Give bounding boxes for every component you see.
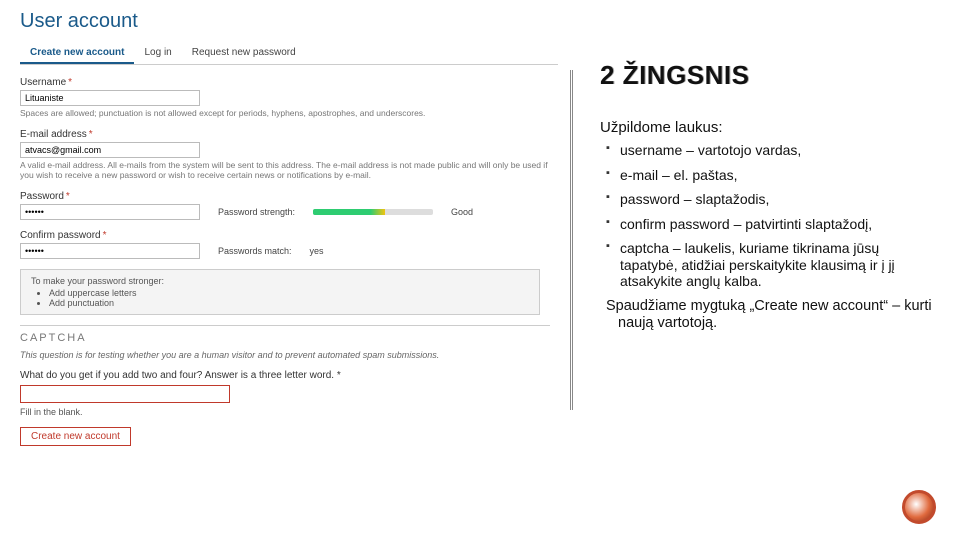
confirm-password-field[interactable] [20, 243, 200, 259]
medal-icon [902, 490, 936, 524]
slide-bullet: username – vartotojo vardas, [606, 142, 940, 159]
account-tabs: Create new account Log in Request new pa… [20, 43, 558, 65]
password-field[interactable] [20, 204, 200, 220]
slide-bullet: confirm password – patvirtinti slaptažod… [606, 216, 940, 233]
email-help: A valid e-mail address. All e-mails from… [20, 160, 558, 181]
slide-title: 2 ŽINGSNIS [600, 60, 940, 91]
username-input[interactable] [20, 90, 200, 106]
slide-intro: Užpildome laukus: [600, 119, 940, 136]
tab-create-account[interactable]: Create new account [20, 43, 134, 64]
username-label: Username* [20, 77, 558, 88]
password-strength-bar [313, 209, 433, 215]
slide-bullet: captcha – laukelis, kuriame tikrinama jū… [606, 240, 940, 290]
captcha-heading: CAPTCHA [20, 332, 550, 344]
captcha-description: This question is for testing whether you… [20, 350, 550, 360]
password-group: Password* Password strength: Good [20, 191, 558, 220]
form-screenshot: User account Create new account Log in R… [0, 0, 570, 540]
password-strength-value: Good [451, 207, 473, 217]
email-group: E-mail address* A valid e-mail address. … [20, 129, 558, 181]
password-strength-label: Password strength: [218, 207, 295, 217]
slide-text-panel: 2 ŽINGSNIS Užpildome laukus: username – … [570, 0, 960, 540]
password-match-value: yes [310, 246, 324, 256]
password-match-label: Passwords match: [218, 246, 292, 256]
password-hint-item: Add uppercase letters [49, 288, 529, 298]
captcha-input[interactable] [20, 385, 230, 403]
password-label: Password* [20, 191, 558, 202]
slide-bullet-list: username – vartotojo vardas, e-mail – el… [600, 142, 940, 290]
divider-icon [570, 70, 573, 410]
confirm-password-group: Confirm password* Passwords match: yes [20, 230, 558, 259]
captcha-hint: Fill in the blank. [20, 407, 550, 417]
captcha-section: CAPTCHA This question is for testing whe… [20, 325, 550, 417]
password-hints-box: To make your password stronger: Add uppe… [20, 269, 540, 315]
password-hint-item: Add punctuation [49, 298, 529, 308]
username-group: Username* Spaces are allowed; punctuatio… [20, 77, 558, 119]
tab-login[interactable]: Log in [134, 43, 181, 64]
email-field[interactable] [20, 142, 200, 158]
slide-outro: Spaudžiame mygtuką „Create new account“ … [600, 298, 940, 332]
page-title: User account [20, 10, 558, 33]
slide-bullet: e-mail – el. paštas, [606, 167, 940, 184]
captcha-question: What do you get if you add two and four?… [20, 370, 550, 381]
password-hints-intro: To make your password stronger: [31, 276, 529, 286]
email-label: E-mail address* [20, 129, 558, 140]
confirm-password-label: Confirm password* [20, 230, 558, 241]
slide-bullet: password – slaptažodis, [606, 191, 940, 208]
username-help: Spaces are allowed; punctuation is not a… [20, 108, 550, 119]
create-account-button[interactable]: Create new account [20, 427, 131, 446]
tab-request-password[interactable]: Request new password [182, 43, 306, 64]
